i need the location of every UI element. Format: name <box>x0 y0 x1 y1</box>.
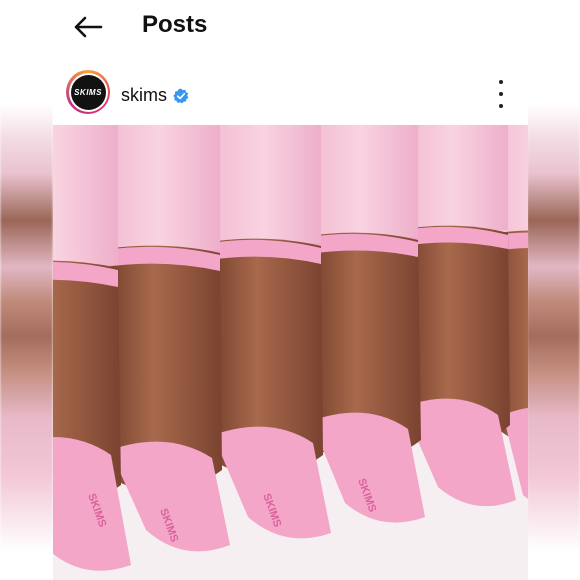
page-title: Posts <box>142 11 208 38</box>
avatar-logo: SKIMS <box>70 74 106 110</box>
back-button[interactable] <box>71 12 105 42</box>
left-blur-background <box>0 0 53 580</box>
post-photo: SKIMS SKIMS SKIMS SKIMS <box>53 125 528 580</box>
arrow-left-icon <box>74 16 103 38</box>
post-image[interactable]: SKIMS SKIMS SKIMS SKIMS <box>53 125 528 580</box>
top-bar: Posts <box>53 0 528 56</box>
avatar[interactable]: SKIMS <box>66 70 110 114</box>
posts-screen: Posts SKIMS skims SKIMS SKIMS SKIMS SKIM… <box>53 0 528 580</box>
right-blur-background <box>527 0 580 580</box>
username-link[interactable]: skims <box>121 85 167 106</box>
verified-badge-icon <box>173 88 189 104</box>
more-vertical-icon <box>499 80 503 84</box>
more-options-button[interactable] <box>491 80 511 108</box>
post-header: SKIMS skims <box>53 64 528 124</box>
